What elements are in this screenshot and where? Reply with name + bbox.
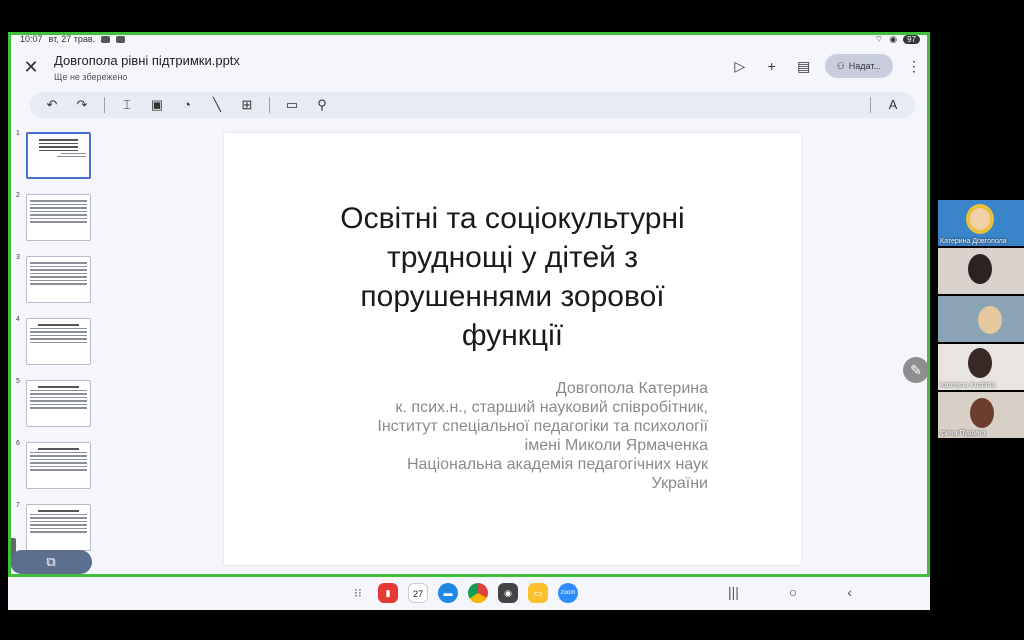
- slide-subtitle-line: Довгопола Катерина: [555, 380, 708, 397]
- participant-name: Kateryna Kuchina: [940, 382, 996, 389]
- zoom-window: 10:07 вт, 27 трав. ⌔ ◉ 97 ✕ Довгопола рі…: [0, 0, 1024, 640]
- app-header: ✕ Довгопола рівні підтримки.pptx Ще не з…: [20, 50, 925, 86]
- participant-name: Катерина Довгопола: [940, 238, 1007, 245]
- slide-number: 5: [16, 378, 20, 385]
- status-time: 10:07: [20, 34, 43, 44]
- editing-toolbar: ↶ ↷ ⌶ ▣ ◔ ╲ ⊞ ▭ ⚲ A: [30, 92, 915, 118]
- video-icon: [101, 35, 111, 43]
- slide-thumbnail-row[interactable]: 6: [10, 438, 96, 489]
- home-button[interactable]: ○: [789, 584, 797, 600]
- wifi-icon: ⌔: [874, 33, 884, 44]
- slide-subtitle-line: Національна академія педагогічних наук: [406, 456, 708, 473]
- slide-title-line: функції: [461, 319, 564, 352]
- layout-icon[interactable]: ▭: [284, 97, 300, 113]
- slide-number: 1: [16, 130, 20, 137]
- location-icon: ◉: [889, 33, 898, 44]
- camera-app-icon[interactable]: ◉: [498, 583, 518, 603]
- app-drawer-icon[interactable]: ⁝⁝: [348, 583, 368, 603]
- slide-thumbnail-row[interactable]: 4: [10, 314, 96, 365]
- slide-thumbnail-row[interactable]: 2: [10, 190, 96, 241]
- slide-thumbnail[interactable]: [26, 504, 91, 551]
- shapes-icon[interactable]: ◔: [179, 97, 195, 113]
- pen-icon: ✎: [910, 362, 922, 378]
- avatar: [970, 398, 994, 428]
- paint-format-icon[interactable]: ⚲: [314, 97, 330, 113]
- share-label: Надат...: [848, 61, 881, 71]
- back-button[interactable]: ‹: [847, 584, 852, 600]
- text-box-icon[interactable]: ⌶: [119, 97, 135, 113]
- slide-thumbnail[interactable]: [26, 194, 91, 241]
- annotate-pen-button[interactable]: ✎: [903, 357, 929, 383]
- image-icon[interactable]: ▣: [149, 97, 165, 113]
- avatar: [968, 348, 992, 378]
- battery-indicator: 97: [903, 34, 920, 44]
- undo-icon[interactable]: ↶: [44, 97, 60, 113]
- slide-subtitle-line: імені Миколи Ярмаченка: [524, 437, 708, 454]
- line-icon[interactable]: ╲: [209, 97, 225, 113]
- participant-tile[interactable]: Катерина Довгопола: [938, 200, 1024, 246]
- slide-thumbnail[interactable]: [26, 318, 91, 365]
- slide-number: 6: [16, 440, 20, 447]
- recents-button[interactable]: |||: [728, 584, 739, 600]
- status-date: вт, 27 трав.: [48, 34, 96, 44]
- slide-filmstrip: 1 2 3 4 5 6 7: [10, 124, 96, 574]
- slide-subtitle[interactable]: Довгопола Катерина к. псих.н., старший н…: [377, 379, 708, 493]
- comment-icon[interactable]: ▤: [793, 55, 815, 77]
- participant-name: Ірина Пущина: [940, 430, 986, 437]
- close-button[interactable]: ✕: [20, 56, 42, 78]
- calendar-app-icon[interactable]: 27: [408, 583, 428, 603]
- slide-number: 7: [16, 502, 20, 509]
- document-title[interactable]: Довгопола рівні підтримки.pptx: [54, 53, 240, 68]
- system-nav-bar: ||| ○ ‹: [728, 584, 852, 600]
- slide-title-line: порушеннями зорової: [360, 280, 665, 313]
- slide-number: 4: [16, 316, 20, 323]
- avatar: [978, 306, 1002, 334]
- messages-app-icon[interactable]: ▬: [438, 583, 458, 603]
- slide-subtitle-line: Інститут спеціальної педагогіки та психо…: [377, 418, 708, 435]
- slide-thumbnail[interactable]: [26, 132, 91, 179]
- slide-thumbnail[interactable]: [26, 256, 91, 303]
- share-person-icon: ⚇: [836, 60, 845, 71]
- slide-thumbnail-row[interactable]: 3: [10, 252, 96, 303]
- slide-thumbnail-row[interactable]: 7: [10, 500, 96, 551]
- app-icon-red[interactable]: ▮: [378, 583, 398, 603]
- participant-tile[interactable]: [938, 248, 1024, 294]
- slide-thumbnail-row[interactable]: 5: [10, 376, 96, 427]
- zoom-app-icon[interactable]: zoom: [558, 583, 578, 603]
- tablet-dock: ⁝⁝ ▮ 27 ▬ ◉ ▭ zoom ||| ○ ‹: [8, 578, 930, 610]
- redo-icon[interactable]: ↷: [74, 97, 90, 113]
- more-vert-icon[interactable]: ⋮: [903, 55, 925, 77]
- slide-title-line: труднощі у дітей з: [387, 241, 638, 274]
- table-icon[interactable]: ⊞: [239, 97, 255, 113]
- slide-number: 3: [16, 254, 20, 261]
- text-format-icon[interactable]: A: [885, 97, 901, 113]
- add-icon[interactable]: +: [761, 55, 783, 77]
- share-button[interactable]: ⚇ Надат...: [824, 54, 893, 78]
- chrome-app-icon[interactable]: [468, 583, 488, 603]
- slide-thumbnail-row[interactable]: 1: [10, 128, 96, 179]
- slide-canvas[interactable]: Освітні та соціокультурні труднощі у діт…: [224, 133, 801, 565]
- new-slide-button[interactable]: ⧉: [10, 550, 92, 574]
- toolbar-divider: [870, 97, 871, 113]
- slide-thumbnail[interactable]: [26, 380, 91, 427]
- toolbar-divider: [269, 97, 270, 113]
- participant-tile[interactable]: Ірина Пущина: [938, 392, 1024, 438]
- cloud-icon: [116, 35, 126, 43]
- slide-subtitle-line: України: [651, 475, 708, 492]
- status-bar: 10:07 вт, 27 трав. ⌔ ◉ 97: [20, 32, 920, 46]
- slide-title-line: Освітні та соціокультурні: [340, 202, 685, 235]
- participant-tile[interactable]: [938, 296, 1024, 342]
- slide-number: 2: [16, 192, 20, 199]
- participant-tile[interactable]: Kateryna Kuchina: [938, 344, 1024, 390]
- notes-app-icon[interactable]: ▭: [528, 583, 548, 603]
- avatar: [966, 204, 994, 234]
- avatar: [968, 254, 992, 284]
- toolbar-divider: [104, 97, 105, 113]
- slide-subtitle-line: к. псих.н., старший науковий співробітни…: [395, 399, 708, 416]
- play-icon[interactable]: ▷: [729, 55, 751, 77]
- slide-title[interactable]: Освітні та соціокультурні труднощі у діт…: [264, 199, 761, 355]
- slide-thumbnail[interactable]: [26, 442, 91, 489]
- save-status: Ще не збережено: [54, 72, 128, 82]
